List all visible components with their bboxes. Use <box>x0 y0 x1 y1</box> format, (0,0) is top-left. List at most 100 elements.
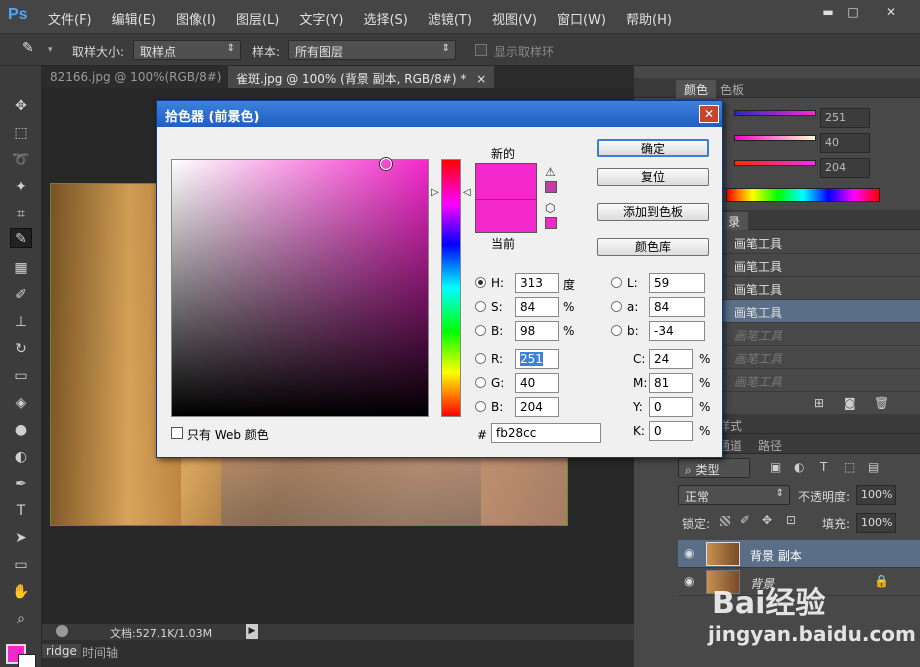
web-safe-swatch[interactable] <box>545 217 557 229</box>
hue-slider-right-arrow[interactable]: ◁ <box>463 187 471 198</box>
blue-slider[interactable] <box>734 160 816 166</box>
black-field[interactable]: 0 <box>649 421 693 441</box>
add-to-swatches-button[interactable]: 添加到色板 <box>597 203 709 221</box>
zoom-tool-icon[interactable]: ⌕ <box>10 609 32 629</box>
status-icon[interactable] <box>56 625 68 637</box>
lab-l-radio[interactable] <box>611 277 622 288</box>
reset-button[interactable]: 复位 <box>597 168 709 186</box>
cyan-field[interactable]: 24 <box>649 349 693 369</box>
lab-a-radio[interactable] <box>611 301 622 312</box>
show-ring-checkbox[interactable] <box>475 44 487 56</box>
menu-type[interactable]: 文字(Y) <box>299 9 343 28</box>
hue-field[interactable]: 313 <box>515 273 559 293</box>
menu-help[interactable]: 帮助(H) <box>626 9 672 28</box>
status-menu-arrow[interactable]: ▶ <box>246 624 258 639</box>
tab-swatches[interactable]: 色板 <box>712 80 752 98</box>
red-radio[interactable] <box>475 353 486 364</box>
lasso-tool-icon[interactable]: ➰ <box>10 150 32 170</box>
history-brush-icon[interactable]: ↻ <box>10 339 32 359</box>
tab-close-icon[interactable]: × <box>476 72 486 86</box>
pen-tool-icon[interactable]: ✒ <box>10 474 32 494</box>
dodge-tool-icon[interactable]: ◐ <box>10 447 32 467</box>
menu-window[interactable]: 窗口(W) <box>557 9 606 28</box>
red-value-field[interactable]: 251 <box>820 108 870 128</box>
color-picker-cursor[interactable] <box>380 158 392 170</box>
magenta-field[interactable]: 81 <box>649 373 693 393</box>
tab-doc-1[interactable]: 82166.jpg @ 100%(RGB/8#) × <box>42 66 249 88</box>
path-selection-icon[interactable]: ➤ <box>10 528 32 548</box>
maximize-button[interactable]: □ <box>841 4 865 20</box>
dialog-close-button[interactable]: ✕ <box>699 105 719 123</box>
lock-paint-icon[interactable]: ✐ <box>740 513 750 527</box>
crop-tool-icon[interactable]: ⌗ <box>10 204 32 224</box>
web-cube-icon[interactable]: ⬡ <box>545 201 555 215</box>
brightness-field[interactable]: 98 <box>515 321 559 341</box>
sample-select[interactable]: 所有图层 ⇕ <box>288 40 456 60</box>
menu-filter[interactable]: 滤镜(T) <box>428 9 472 28</box>
hue-slider-left-arrow[interactable]: ▷ <box>431 187 439 198</box>
opacity-field[interactable]: 100% <box>856 485 896 505</box>
blue-value-field[interactable]: 204 <box>820 158 870 178</box>
ok-button[interactable]: 确定 <box>597 139 709 157</box>
eyedropper-icon[interactable]: ✎ <box>22 40 42 60</box>
paint-bucket-icon[interactable]: ◈ <box>10 393 32 413</box>
eraser-tool-icon[interactable]: ▭ <box>10 366 32 386</box>
lab-b-radio[interactable] <box>611 325 622 336</box>
lab-l-field[interactable]: 59 <box>649 273 705 293</box>
blend-mode-select[interactable]: 正常 ⇕ <box>678 485 790 505</box>
menu-select[interactable]: 选择(S) <box>363 9 407 28</box>
red-slider[interactable] <box>734 110 816 116</box>
saturation-radio[interactable] <box>475 301 486 312</box>
menu-layer[interactable]: 图层(L) <box>236 9 279 28</box>
green-radio[interactable] <box>475 377 486 388</box>
type-filter-icon[interactable]: T <box>820 460 827 474</box>
image-filter-icon[interactable]: ▣ <box>770 460 781 474</box>
shape-filter-icon[interactable]: ⬚ <box>844 460 855 474</box>
lock-all-icon[interactable]: ⊡ <box>786 513 796 527</box>
web-only-checkbox[interactable] <box>171 427 183 439</box>
lab-a-field[interactable]: 84 <box>649 297 705 317</box>
tab-doc-2[interactable]: 雀斑.jpg @ 100% (背景 副本, RGB/8#) * × <box>228 66 495 88</box>
blue-field[interactable]: 204 <box>515 397 559 417</box>
healing-tool-icon[interactable]: ▦ <box>10 258 32 278</box>
hue-radio[interactable] <box>475 277 486 288</box>
trash-icon[interactable]: 🗑 <box>874 396 889 410</box>
menu-view[interactable]: 视图(V) <box>492 9 537 28</box>
lock-transparent-icon[interactable] <box>720 516 730 526</box>
marquee-tool-icon[interactable]: ⬚ <box>10 123 32 143</box>
smart-filter-icon[interactable]: ▤ <box>868 460 879 474</box>
window-close-button[interactable]: ✕ <box>866 4 916 20</box>
layer-filter-select[interactable]: ⌕ 类型 <box>678 458 750 478</box>
move-tool-icon[interactable]: ✥ <box>10 96 32 116</box>
hue-slider[interactable] <box>441 159 461 417</box>
warning-icon[interactable]: ⚠ <box>545 165 556 179</box>
hand-tool-icon[interactable]: ✋ <box>10 582 32 602</box>
lock-position-icon[interactable]: ✥ <box>762 513 772 527</box>
red-field[interactable]: 251 <box>515 349 559 369</box>
brightness-radio[interactable] <box>475 325 486 336</box>
blur-tool-icon[interactable]: ● <box>10 420 32 440</box>
eyedropper-tool-icon[interactable]: ✎ <box>10 228 32 248</box>
green-value-field[interactable]: 40 <box>820 133 870 153</box>
new-document-icon[interactable]: ⊞ <box>814 396 828 410</box>
eye-icon[interactable]: ◉ <box>684 574 694 588</box>
sample-size-select[interactable]: 取样点 ⇕ <box>133 40 241 60</box>
blue-radio[interactable] <box>475 401 486 412</box>
color-libraries-button[interactable]: 颜色库 <box>597 238 709 256</box>
adjust-filter-icon[interactable]: ◐ <box>794 460 804 474</box>
tab-history[interactable]: 录 <box>720 212 749 230</box>
layer-row-selected[interactable]: ◉ 背景 副本 <box>678 540 920 568</box>
magic-wand-icon[interactable]: ✦ <box>10 177 32 197</box>
minimize-button[interactable]: ▬ <box>816 4 840 20</box>
fill-field[interactable]: 100% <box>856 513 896 533</box>
brush-tool-icon[interactable]: ✐ <box>10 285 32 305</box>
hex-field[interactable]: fb28cc <box>491 423 601 443</box>
menu-file[interactable]: 文件(F) <box>48 9 92 28</box>
stamp-tool-icon[interactable]: ⊥ <box>10 312 32 332</box>
menu-image[interactable]: 图像(I) <box>176 9 216 28</box>
eye-icon[interactable]: ◉ <box>684 546 694 560</box>
green-slider[interactable] <box>734 135 816 141</box>
menu-edit[interactable]: 编辑(E) <box>112 9 156 28</box>
background-color-swatch[interactable] <box>18 654 36 667</box>
tab-paths[interactable]: 路径 <box>750 436 790 454</box>
